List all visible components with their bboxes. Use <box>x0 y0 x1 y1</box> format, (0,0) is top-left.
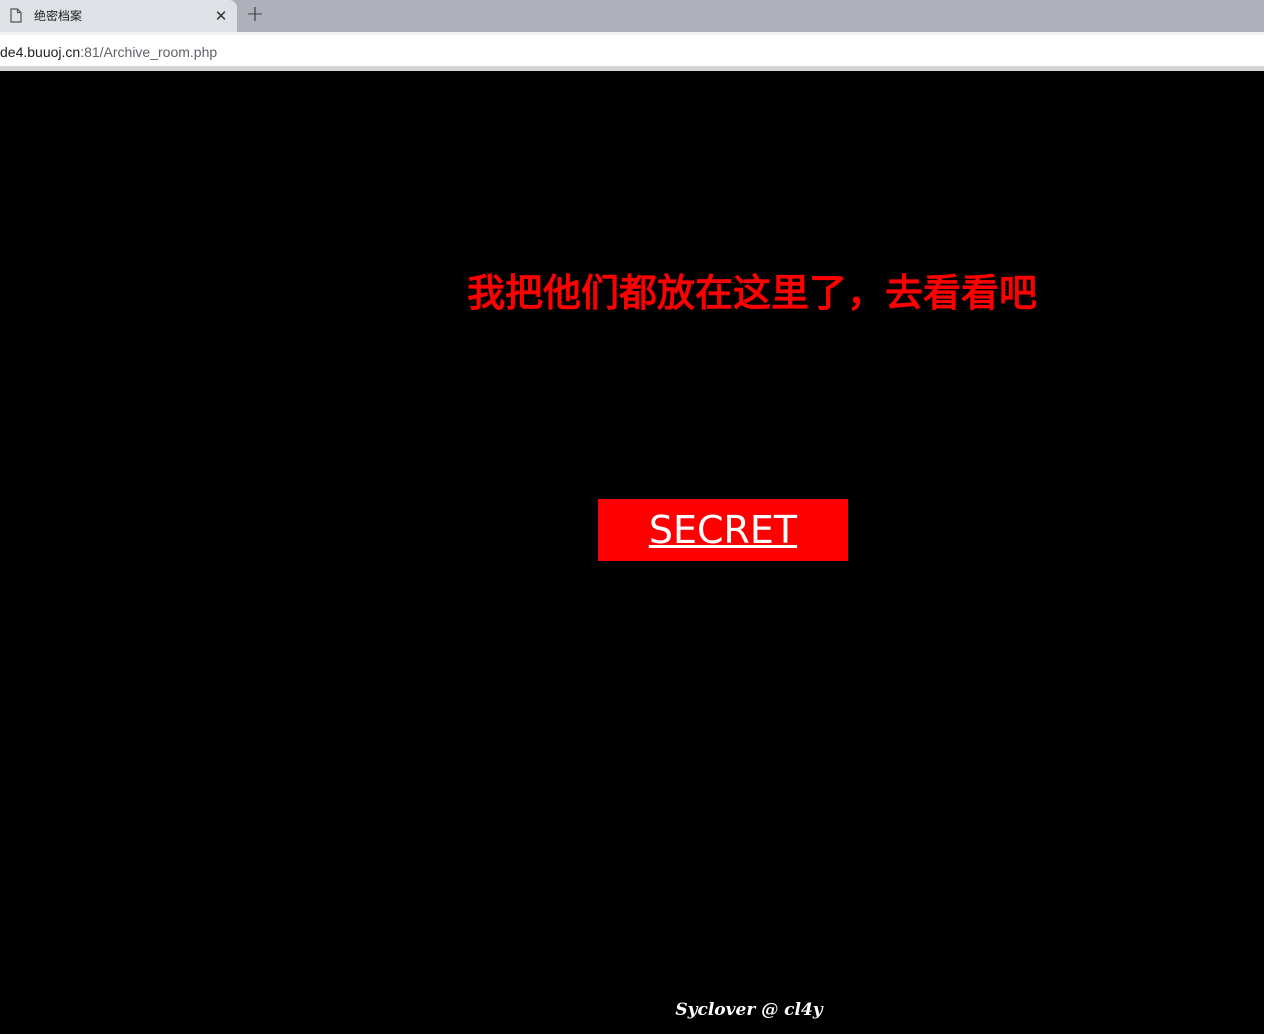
close-icon[interactable]: ✕ <box>212 7 230 25</box>
footer-credit: Syclover @ cl4y <box>675 1000 823 1020</box>
address-bar[interactable]: de4.buuoj.cn:81/Archive_room.php <box>0 35 1264 67</box>
url-path: :81/Archive_room.php <box>80 44 218 60</box>
secret-link-button[interactable]: SECRET <box>598 499 848 561</box>
new-tab-button[interactable]: + <box>244 4 266 26</box>
url-text: de4.buuoj.cn:81/Archive_room.php <box>0 44 217 60</box>
toolbar: de4.buuoj.cn:81/Archive_room.php <box>0 32 1264 70</box>
browser-window: 绝密档案 ✕ + de4.buuoj.cn:81/Archive_room.ph… <box>0 0 1264 1034</box>
page-headline: 我把他们都放在这里了，去看看吧 <box>466 271 1037 315</box>
page-content: 我把他们都放在这里了，去看看吧 SECRET Syclover @ cl4y <box>0 71 1264 1034</box>
tab-active[interactable]: 绝密档案 ✕ <box>0 0 237 32</box>
page-icon <box>10 8 22 23</box>
url-host: de4.buuoj.cn <box>0 44 81 60</box>
tab-title: 绝密档案 <box>34 9 83 23</box>
tab-strip: 绝密档案 ✕ + <box>0 0 1264 32</box>
